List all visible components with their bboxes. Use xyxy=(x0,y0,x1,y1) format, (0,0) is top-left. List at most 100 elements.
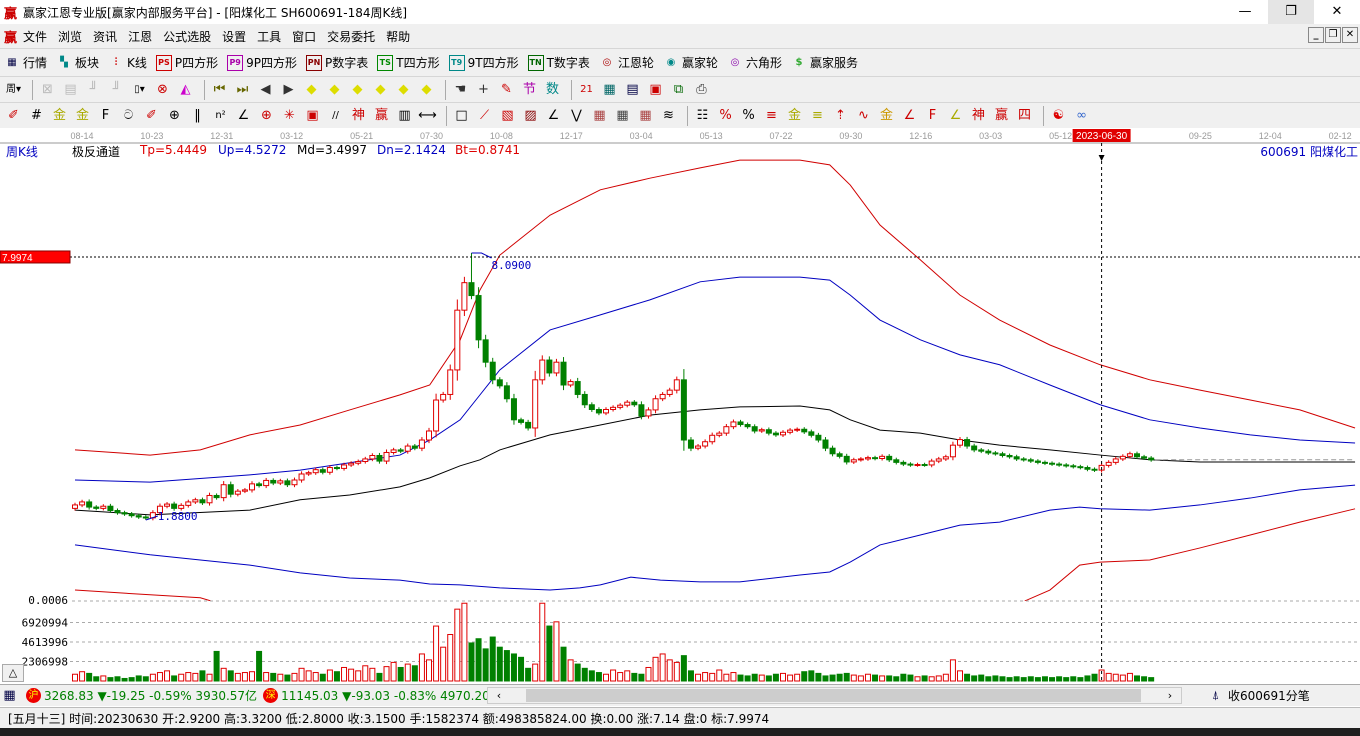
scrollbar-thumb[interactable] xyxy=(526,689,1141,702)
candle[interactable] xyxy=(737,419,744,427)
width-icon[interactable]: ⟷ xyxy=(418,107,437,125)
toolbar-button-11[interactable]: ◎ 六角形 xyxy=(727,54,782,71)
candle[interactable] xyxy=(588,402,595,412)
menu-item-0[interactable]: 文件 xyxy=(23,28,47,45)
candle[interactable] xyxy=(921,462,928,467)
n9-icon[interactable]: ╜ xyxy=(107,81,126,99)
expand-icon[interactable]: ◆ xyxy=(348,81,367,99)
candle[interactable] xyxy=(680,369,687,451)
candle[interactable] xyxy=(949,441,956,461)
candle[interactable] xyxy=(687,437,694,452)
fan-icon[interactable]: ⟋ xyxy=(475,107,494,125)
candle[interactable] xyxy=(277,478,284,486)
candle[interactable] xyxy=(312,467,319,475)
candle[interactable] xyxy=(362,456,369,464)
web-icon[interactable]: ✳ xyxy=(280,107,299,125)
zoom-all-icon[interactable]: ◆ xyxy=(417,81,436,99)
angle-fan-icon[interactable]: ∠ xyxy=(544,107,563,125)
candle[interactable] xyxy=(1049,461,1056,466)
candle[interactable] xyxy=(1134,451,1140,459)
box-icon[interactable]: ▣ xyxy=(303,107,322,125)
first-icon[interactable]: ⏮ xyxy=(210,81,229,99)
lines-icon[interactable]: // xyxy=(326,107,345,125)
candle[interactable] xyxy=(872,455,879,461)
candle[interactable] xyxy=(758,427,765,433)
candle[interactable] xyxy=(964,436,971,449)
fan-box2-icon[interactable]: ▨ xyxy=(521,107,540,125)
hand-icon[interactable]: ☚ xyxy=(451,81,470,99)
zoom-v-icon[interactable]: ◆ xyxy=(394,81,413,99)
gold-stack-icon[interactable]: ≡ xyxy=(808,107,827,125)
gold-lines-icon[interactable]: 金 xyxy=(50,107,69,125)
tick-detail-link[interactable]: 收600691分笔 xyxy=(1228,687,1310,704)
candle[interactable] xyxy=(319,467,326,475)
candle[interactable] xyxy=(1063,463,1070,468)
candle[interactable] xyxy=(206,492,213,506)
grid3-icon[interactable]: ▦ xyxy=(636,107,655,125)
candle[interactable] xyxy=(822,437,829,452)
grid-icon[interactable]: ▦ xyxy=(590,107,609,125)
menu-item-6[interactable]: 工具 xyxy=(257,28,281,45)
candle[interactable] xyxy=(624,400,631,408)
candle[interactable] xyxy=(546,356,553,377)
candle[interactable] xyxy=(730,419,737,430)
candle[interactable] xyxy=(992,451,999,456)
notes-icon[interactable]: ▤ xyxy=(623,81,642,99)
candle[interactable] xyxy=(489,357,496,385)
candle[interactable] xyxy=(666,387,673,397)
mdi-restore-button[interactable]: ❐ xyxy=(1325,27,1341,43)
right-icon[interactable]: ▶ xyxy=(279,81,298,99)
candle[interactable] xyxy=(999,451,1006,458)
calculator-icon[interactable]: ▦ xyxy=(600,81,619,99)
candle[interactable] xyxy=(914,462,921,467)
candle[interactable] xyxy=(843,453,850,465)
candle[interactable] xyxy=(659,392,666,402)
toolbar-button-10[interactable]: ◉ 赢家轮 xyxy=(663,54,718,71)
sh-index-icon[interactable]: 沪 xyxy=(26,688,41,703)
candle[interactable] xyxy=(928,458,935,468)
ying-angle-icon[interactable]: 赢 xyxy=(992,107,1011,125)
candle[interactable] xyxy=(850,457,857,464)
menu-item-4[interactable]: 公式选股 xyxy=(163,28,211,45)
candle[interactable] xyxy=(79,499,86,508)
indicator-name[interactable]: 极反通道 xyxy=(72,143,120,159)
jie-icon[interactable]: 节 xyxy=(520,81,539,99)
sz-index-icon[interactable]: 深 xyxy=(263,688,279,703)
scroll-right-button[interactable]: › xyxy=(1161,688,1179,703)
candle[interactable] xyxy=(673,376,680,394)
candle[interactable] xyxy=(695,443,702,451)
menu-item-1[interactable]: 浏览 xyxy=(58,28,82,45)
shift-right-icon[interactable]: ◆ xyxy=(325,81,344,99)
candle[interactable] xyxy=(879,454,886,461)
candle[interactable] xyxy=(907,462,914,467)
candle[interactable] xyxy=(631,400,638,407)
candle[interactable] xyxy=(475,287,482,349)
n3-icon[interactable]: ╜ xyxy=(84,81,103,99)
candle[interactable] xyxy=(744,422,751,429)
candle[interactable] xyxy=(199,497,206,505)
candle[interactable] xyxy=(114,508,121,515)
toolbar-button-5[interactable]: PN P数字表 xyxy=(306,54,368,71)
infinity-icon[interactable]: ∞ xyxy=(1072,107,1091,125)
candle[interactable] xyxy=(270,478,277,486)
candle[interactable] xyxy=(1041,460,1048,466)
candle[interactable] xyxy=(241,487,248,494)
candle[interactable] xyxy=(468,253,475,300)
gold-circle-icon[interactable]: 金 xyxy=(785,107,804,125)
menu-item-9[interactable]: 帮助 xyxy=(386,28,410,45)
wave-icon[interactable]: ∿ xyxy=(854,107,873,125)
fib-icon[interactable]: F xyxy=(96,107,115,125)
rect-icon[interactable]: □ xyxy=(452,107,471,125)
candle[interactable] xyxy=(461,276,468,317)
candle[interactable] xyxy=(780,430,786,437)
candle[interactable] xyxy=(256,481,263,488)
candle[interactable] xyxy=(496,377,503,389)
candle[interactable] xyxy=(532,370,539,437)
candle[interactable] xyxy=(801,427,808,434)
candle[interactable] xyxy=(1077,464,1084,470)
candle[interactable] xyxy=(1105,460,1112,468)
candle[interactable] xyxy=(447,364,454,400)
candle[interactable] xyxy=(539,355,546,385)
candle[interactable] xyxy=(808,429,815,438)
v-icon[interactable]: ⋁ xyxy=(567,107,586,125)
